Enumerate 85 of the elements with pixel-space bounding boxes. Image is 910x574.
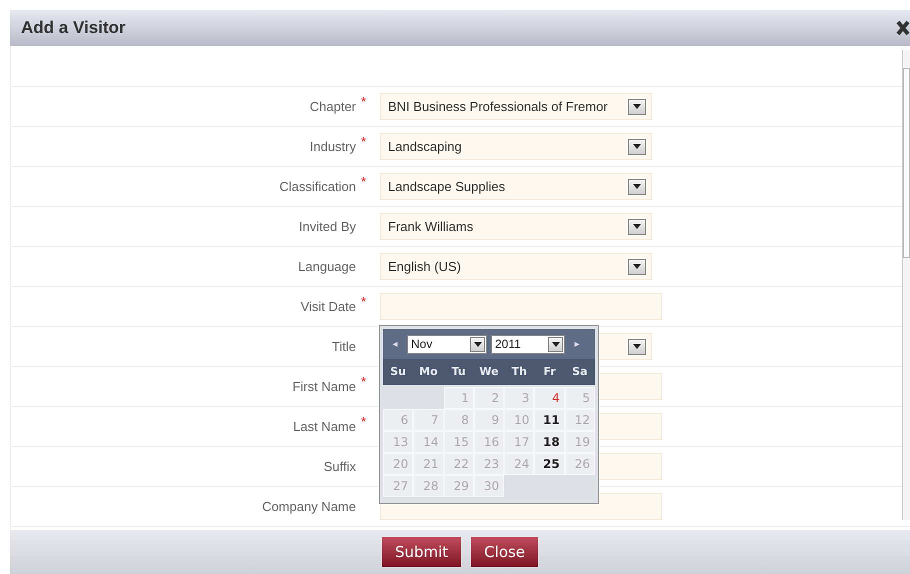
- caret-icon: [552, 342, 560, 346]
- calendar-day[interactable]: 7: [413, 409, 444, 431]
- submit-button[interactable]: Submit: [382, 537, 462, 567]
- field-label: Invited By: [298, 218, 356, 236]
- caret-icon: [474, 342, 482, 346]
- caret-icon: [633, 344, 641, 349]
- weekday-label: Su: [389, 364, 408, 380]
- dropdown-button[interactable]: [628, 218, 646, 234]
- calendar-day[interactable]: 24: [504, 453, 534, 475]
- previous-month-button[interactable]: ◂: [387, 336, 403, 352]
- calendar-day[interactable]: 28: [413, 475, 444, 497]
- weekday-label: Tu: [450, 364, 467, 380]
- select-field[interactable]: BNI Business Professionals of Fremor: [380, 93, 652, 120]
- calendar-day[interactable]: 12: [564, 409, 595, 431]
- weekday-label: Mo: [418, 364, 439, 380]
- caret-icon: [633, 224, 641, 229]
- calendar-day[interactable]: 9: [474, 409, 504, 431]
- calendar-day[interactable]: 23: [474, 453, 504, 475]
- calendar-day[interactable]: 26: [564, 453, 595, 475]
- required-mark: *: [361, 134, 366, 148]
- calendar-day[interactable]: 21: [413, 453, 444, 475]
- select-field[interactable]: Frank Williams: [380, 213, 652, 240]
- calendar-day[interactable]: 20: [383, 453, 414, 475]
- caret-icon: [633, 184, 641, 189]
- dialog-title: Add a Visitor: [21, 17, 126, 40]
- next-month-button[interactable]: ▸: [569, 336, 585, 352]
- caret-icon: [633, 144, 641, 149]
- caret-icon: [633, 104, 641, 109]
- field-label: Last Name: [293, 418, 356, 436]
- required-mark: *: [361, 414, 366, 428]
- dropdown-button[interactable]: [548, 336, 563, 352]
- calendar-day[interactable]: 17: [504, 431, 534, 453]
- calendar-day[interactable]: 8: [444, 409, 474, 431]
- dropdown-button[interactable]: [628, 138, 646, 154]
- calendar-day[interactable]: 13: [383, 431, 414, 453]
- calendar-day[interactable]: 10: [504, 409, 534, 431]
- year-select[interactable]: 2011: [491, 334, 565, 354]
- calendar-day[interactable]: 27: [383, 475, 414, 497]
- select-field[interactable]: English (US): [380, 253, 652, 280]
- weekday-label: Fr: [542, 364, 557, 380]
- dropdown-button[interactable]: [628, 98, 646, 114]
- calendar-day[interactable]: 5: [564, 387, 595, 409]
- field-label: Chapter: [310, 98, 356, 116]
- field-label: Visit Date: [300, 298, 356, 316]
- calendar-day[interactable]: 15: [444, 431, 474, 453]
- dropdown-button[interactable]: [628, 258, 646, 274]
- close-icon[interactable]: [896, 20, 910, 36]
- text-field[interactable]: [380, 293, 662, 320]
- calendar-day[interactable]: 14: [413, 431, 444, 453]
- required-mark: *: [361, 294, 366, 308]
- select-field[interactable]: Landscaping: [380, 133, 652, 160]
- dropdown-button[interactable]: [470, 336, 485, 352]
- calendar-day[interactable]: 2: [474, 387, 504, 409]
- caret-icon: [633, 264, 641, 269]
- field-label: Classification: [279, 178, 356, 196]
- calendar-day[interactable]: 1: [444, 387, 474, 409]
- close-button[interactable]: Close: [471, 537, 538, 567]
- dropdown-button[interactable]: [628, 178, 646, 194]
- field-label: Industry: [310, 138, 356, 156]
- required-mark: *: [361, 94, 366, 108]
- calendar-day[interactable]: 6: [383, 409, 414, 431]
- select-field[interactable]: Landscape Supplies: [380, 173, 652, 200]
- calendar-day[interactable]: 25: [534, 453, 565, 475]
- calendar-day[interactable]: 18: [534, 431, 565, 453]
- required-mark: *: [361, 374, 366, 388]
- calendar-day[interactable]: 11: [534, 409, 565, 431]
- weekday-label: Sa: [571, 364, 589, 380]
- dropdown-button[interactable]: [628, 338, 646, 354]
- calendar-day[interactable]: 16: [474, 431, 504, 453]
- scrollbar[interactable]: [902, 50, 910, 520]
- field-label: Suffix: [324, 458, 356, 476]
- field-label: First Name: [292, 378, 356, 396]
- calendar-day[interactable]: 4: [534, 387, 565, 409]
- calendar-day[interactable]: 29: [444, 475, 474, 497]
- required-mark: *: [361, 174, 366, 188]
- calendar-day[interactable]: 30: [474, 475, 504, 497]
- field-label: Language: [298, 258, 356, 276]
- calendar-day[interactable]: 19: [564, 431, 595, 453]
- calendar-day[interactable]: 3: [504, 387, 534, 409]
- weekday-label: We: [478, 364, 500, 380]
- month-select[interactable]: Nov: [407, 334, 487, 354]
- weekday-label: Th: [510, 364, 528, 380]
- calendar-day[interactable]: 22: [444, 453, 474, 475]
- field-label: Title: [332, 338, 356, 356]
- field-label: Company Name: [262, 498, 356, 516]
